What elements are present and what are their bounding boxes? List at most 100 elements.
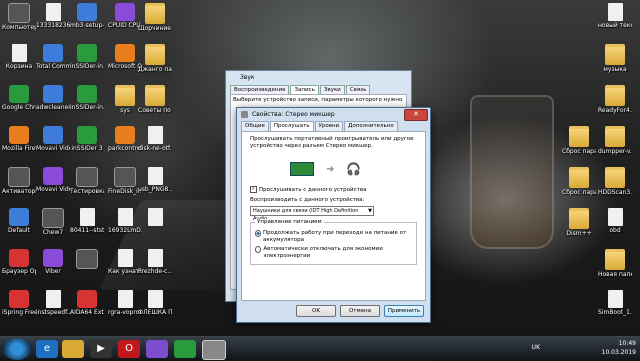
desktop-icon[interactable]: Prezhde-c... (138, 248, 172, 288)
desktop-icon[interactable]: iSpring Free Cam 8 (2, 289, 36, 329)
desktop-icon[interactable]: Google Chrome (2, 84, 36, 124)
viber-icon (43, 249, 63, 267)
power-option-continue[interactable]: Продолжать работу при переходе на питани… (255, 230, 412, 244)
desktop-icon[interactable]: новый текстовый ... (598, 2, 632, 42)
desktop-icon[interactable]: Новая папка (2) (598, 248, 632, 288)
desktop-icon[interactable]: Сброс параметр... (562, 125, 596, 165)
desktop-icon[interactable]: 16932LmD... (108, 207, 142, 247)
desktop-icon[interactable]: Советы по переходу... (138, 84, 172, 124)
viber-taskbar-icon[interactable] (146, 340, 168, 358)
desktop-icon[interactable]: музыка (598, 43, 632, 83)
desktop-icon[interactable]: usb_PNG8... (138, 166, 172, 206)
desktop-icon[interactable]: Компьютер (2, 2, 36, 42)
desktop-icon[interactable]: sys (108, 84, 142, 124)
desktop-icon[interactable]: Браузер Opera (2, 248, 36, 288)
desktop-icon[interactable]: FineDisk_inst... v3.2.8 (108, 166, 142, 206)
desktop-icon[interactable]: inSSIDer-in... (70, 43, 104, 83)
radio-auto-off[interactable] (255, 246, 262, 253)
start-button[interactable] (2, 338, 32, 360)
desktop-icon-label: Dism++ (566, 230, 592, 237)
properties-dialog: Свойства: Стерео микшер ✕ Общие Прослуша… (236, 107, 431, 323)
ie-icon[interactable]: e (36, 340, 58, 358)
tab-sounds[interactable]: Звуки (319, 85, 345, 94)
radio-continue[interactable] (255, 230, 262, 237)
file-icon (45, 3, 61, 21)
desktop-icon[interactable]: Default (2, 207, 36, 247)
desktop-icon[interactable]: AIDA64 Extreme (70, 289, 104, 329)
sound-taskbar-icon[interactable] (202, 340, 226, 360)
desktop-icon[interactable]: Movavi VideoEditor... (36, 166, 70, 206)
tab-advanced[interactable]: Дополнительно (344, 121, 398, 131)
desktop-icon[interactable] (70, 248, 104, 288)
listen-panel: Прослушивать портативный проигрыватель и… (241, 131, 426, 301)
desktop-icon[interactable]: Total Commander (36, 43, 70, 83)
desktop-icon[interactable]: parkcontrol... (108, 125, 142, 165)
chrome-taskbar-icon[interactable] (174, 340, 196, 358)
desktop-icon[interactable]: Джанго папка (138, 43, 172, 83)
apply-button[interactable]: Применить (384, 305, 424, 317)
clock[interactable]: 10:49 10.03.2019 (602, 339, 636, 357)
desktop-icon[interactable]: inSSIDer 3 (70, 125, 104, 165)
desktop-icon[interactable]: Dism++ (562, 207, 596, 247)
power-option-auto-off[interactable]: Автоматически отключать для экономии эле… (255, 246, 412, 260)
speaker-icon (241, 111, 248, 118)
dialog-titlebar[interactable]: Свойства: Стерео микшер ✕ (237, 108, 430, 121)
tab-recording[interactable]: Запись (290, 85, 319, 94)
desktop-icon[interactable]: rgra-vopro... (108, 289, 142, 329)
desktop-icon[interactable]: Сброс параметр... (562, 166, 596, 206)
background-glass (470, 95, 554, 249)
desktop-icon[interactable]: Movavi Video... (36, 125, 70, 165)
listen-checkbox[interactable]: ✓ (250, 186, 257, 193)
tab-communications[interactable]: Связь (345, 85, 371, 94)
desktop-icon[interactable]: Как узнать разрядно... (108, 248, 142, 288)
close-button[interactable]: ✕ (404, 109, 428, 121)
desktop-icon[interactable]: HDDScan3.3 (598, 166, 632, 206)
chrome-icon (9, 85, 29, 103)
tab-playback[interactable]: Воспроизведение (230, 85, 290, 94)
desktop-icon[interactable]: 1333182369 (36, 2, 70, 42)
desktop-icon[interactable]: disk-ne-otf... (138, 125, 172, 165)
desktop-icon[interactable]: ФЛЕШКА ПРОСИТ... (138, 289, 172, 329)
tab-listen[interactable]: Прослушать (269, 121, 314, 131)
file-icon-7 (147, 249, 163, 267)
reset-icon-2 (569, 167, 589, 188)
desktop-icon[interactable]: mb3-setup-... (70, 2, 104, 42)
clock-time: 10:49 (618, 340, 636, 347)
desktop-icon[interactable]: instspeedf... (36, 289, 70, 329)
desktop-icon[interactable]: obd (598, 207, 632, 247)
desktop-icon[interactable]: Chew7 (36, 207, 70, 247)
desktop-icon[interactable]: Корзина (2, 43, 36, 83)
desktop-icon-label: FineDisk_inst... v3.2.8 (108, 188, 142, 195)
reset-icon-1 (569, 126, 589, 147)
desktop-icon[interactable] (138, 207, 172, 247)
tab-levels[interactable]: Уровни (314, 121, 344, 131)
desktop-icon[interactable]: ReadyFor4... (598, 84, 632, 124)
desktop-icon[interactable]: 80411--stst... (70, 207, 104, 247)
playback-device-select[interactable]: Наушники для связи (IDT High Definition … (250, 206, 374, 222)
obd-icon (607, 208, 623, 226)
opera-taskbar-icon[interactable]: O (118, 340, 140, 358)
desktop-icon[interactable]: CPUID CPU-Z (108, 2, 142, 42)
desktop-icon[interactable]: Mozilla Firefox (2, 125, 36, 165)
desktop-icon-label: Chew7 (42, 229, 64, 236)
cancel-button[interactable]: Отмена (340, 305, 380, 317)
desktop-icon[interactable]: Viber (36, 248, 70, 288)
ok-button[interactable]: OK (296, 305, 336, 317)
tab-general[interactable]: Общие (241, 121, 269, 131)
media-player-icon[interactable]: ▶ (90, 340, 112, 358)
desktop-icon[interactable]: inSSIDer-in... (70, 84, 104, 124)
language-indicator[interactable]: UK (532, 344, 540, 351)
desktop-icon[interactable]: Тестировка онлайн +... (70, 166, 104, 206)
sound-window-text: Выберите устройство записи, параметры ко… (233, 97, 403, 103)
desktop-icon[interactable]: adwcleaner... (36, 84, 70, 124)
explorer-icon[interactable] (62, 340, 84, 358)
desktop-icon[interactable]: dumpper-v... (598, 125, 632, 165)
desktop-icon[interactable]: SimBoot_1.8 (598, 289, 632, 329)
desktop-icon-label: CPUID CPU-Z (108, 22, 142, 29)
desktop-icon-label: iSpring Free Cam 8 (2, 309, 36, 316)
desktop-icon[interactable]: Microsoft Office 20... (108, 43, 142, 83)
desktop-icon[interactable]: Щорчиние система (138, 2, 172, 42)
listen-checkbox-row[interactable]: ✓ Прослушивать с данного устройства (250, 186, 417, 194)
recycle-bin-icon (11, 44, 27, 62)
desktop-icon[interactable]: Активаторы (2, 166, 36, 206)
